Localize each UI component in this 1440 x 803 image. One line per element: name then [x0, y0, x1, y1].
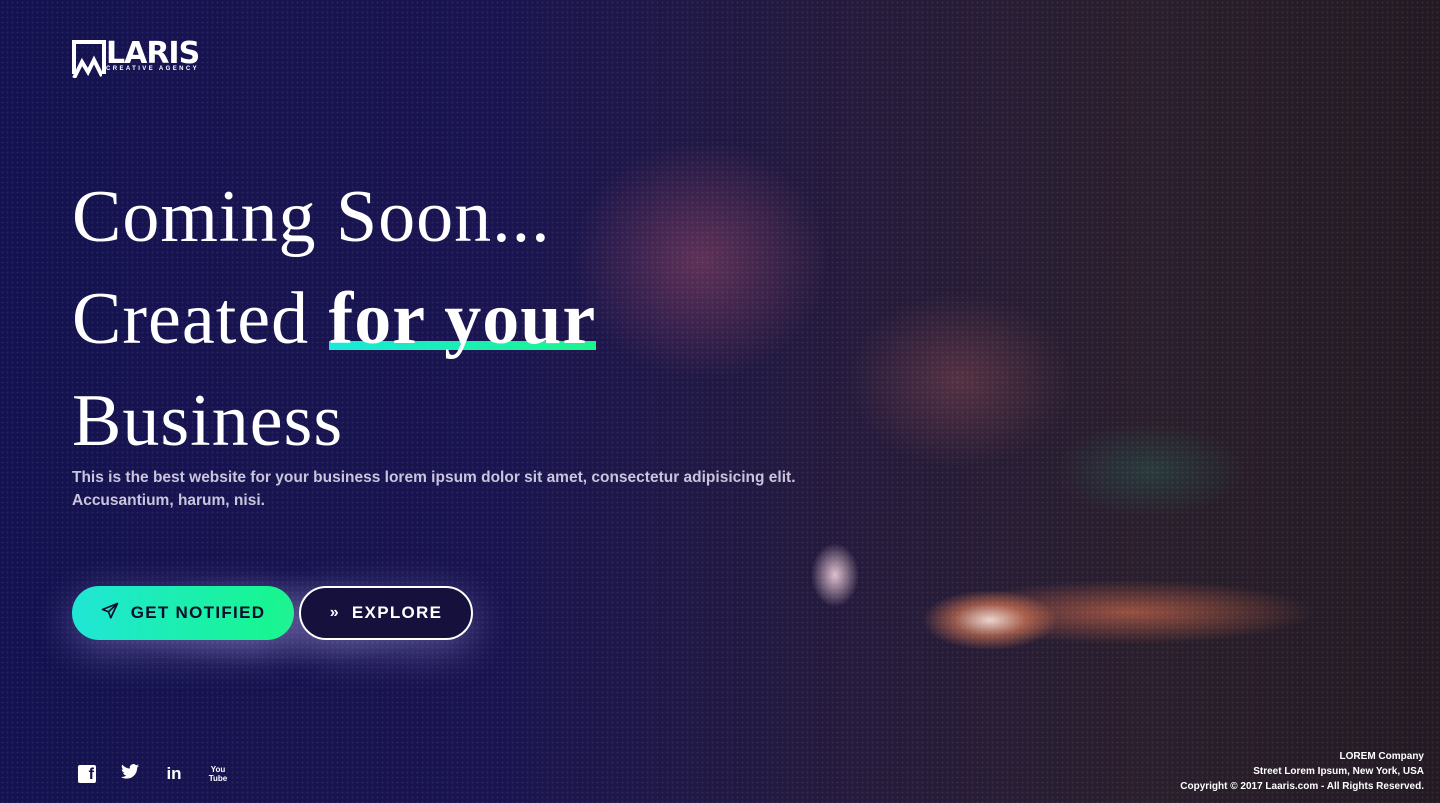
logo-name: LARIS	[106, 36, 200, 71]
explore-button[interactable]: » EXPLORE	[299, 586, 473, 640]
headline-line-2: Created	[72, 278, 329, 360]
footer-info: LOREM Company Street Lorem Ipsum, New Yo…	[1180, 749, 1424, 794]
copyright: Copyright © 2017 Laaris.com - All Rights…	[1180, 781, 1424, 792]
get-notified-button[interactable]: GET NOTIFIED	[72, 586, 294, 640]
headline-line-1: Coming Soon...	[72, 176, 551, 258]
logo-tagline: CREATIVE AGENCY	[106, 66, 200, 72]
facebook-icon[interactable]: f	[78, 765, 96, 783]
explore-label: EXPLORE	[351, 603, 443, 622]
company-address: Street Lorem Ipsum, New York, USA	[1253, 766, 1424, 777]
logo[interactable]: LARIS CREATIVE AGENCY	[72, 36, 200, 78]
headline-line-3: Business	[72, 380, 344, 462]
hero-headline: Coming Soon... Created for your Business	[72, 166, 597, 472]
hero-subtitle: This is the best website for your busine…	[72, 469, 796, 509]
social-links: f in You Tube	[78, 764, 228, 784]
youtube-icon[interactable]: You Tube	[208, 765, 228, 783]
company-name: LOREM Company	[1339, 751, 1424, 762]
double-chevron-right-icon: »	[329, 604, 340, 621]
headline-highlight: for your	[328, 278, 597, 360]
paper-plane-icon	[101, 602, 119, 625]
get-notified-label: GET NOTIFIED	[130, 603, 266, 622]
logo-mark-icon	[72, 40, 106, 78]
twitter-icon[interactable]	[120, 764, 140, 784]
linkedin-icon[interactable]: in	[164, 764, 184, 784]
